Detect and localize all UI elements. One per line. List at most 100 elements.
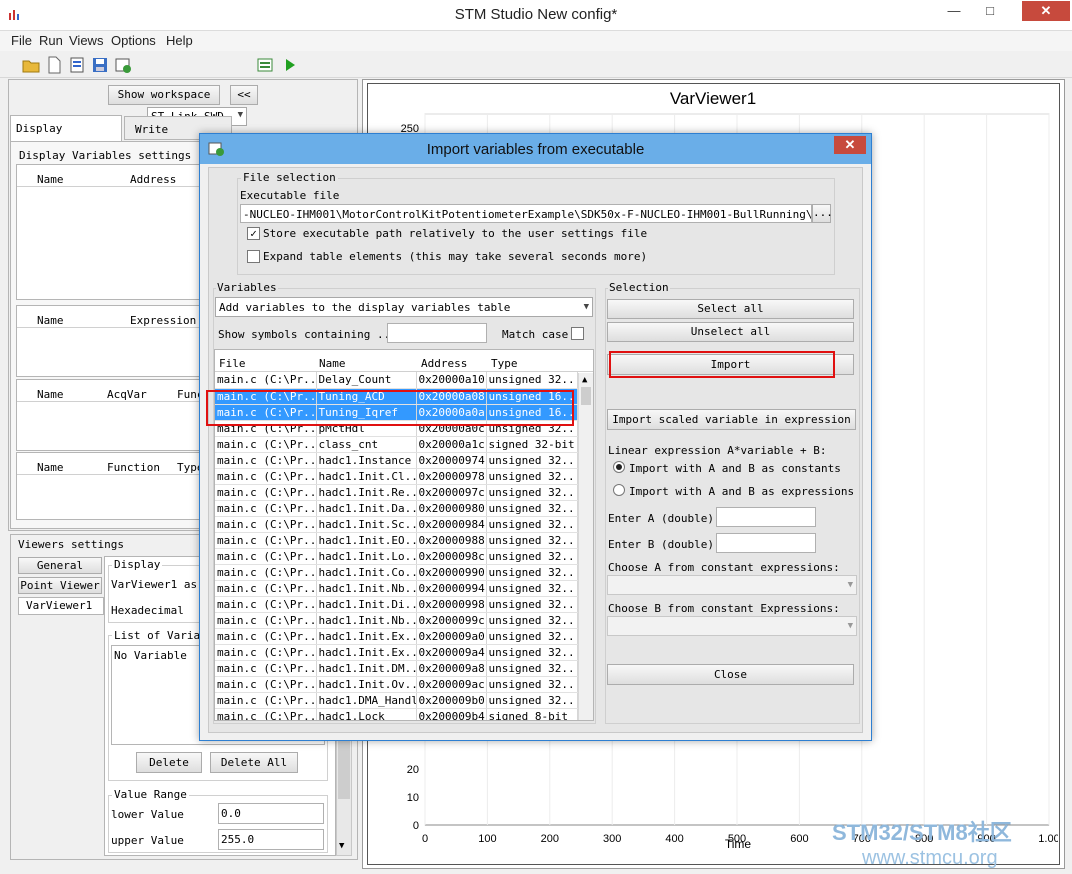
col-acqvar: AcqVar xyxy=(107,388,147,401)
delete-all-button[interactable]: Delete All xyxy=(210,752,298,773)
close-button[interactable]: Close xyxy=(607,664,854,685)
table-row[interactable]: main.c (C:\Pr... hadc1.Init.Lo... 0x200009… xyxy=(215,548,578,565)
symbol-filter-input[interactable] xyxy=(387,323,487,343)
match-case-checkbox[interactable] xyxy=(571,327,584,340)
cell-type: unsigned 32... xyxy=(486,548,578,565)
cell-type: unsigned 32... xyxy=(486,452,578,469)
cell-name: hadc1.Init.Ov... xyxy=(316,676,417,693)
import-constants-radio[interactable] xyxy=(613,461,625,473)
config-icon[interactable] xyxy=(256,56,274,74)
table-row[interactable]: main.c (C:\Pr... hadc1.Init.Ov... 0x200009… xyxy=(215,676,578,693)
tab-display-variables[interactable]: Display Variables xyxy=(10,115,122,161)
cell-name: hadc1.Init.Ex... xyxy=(316,644,417,661)
table-row[interactable]: main.c (C:\Pr... hadc1.Init.DM... 0x200009… xyxy=(215,660,578,677)
col-file[interactable]: File xyxy=(219,357,246,370)
executable-file-label: Executable file xyxy=(240,189,340,202)
minimize-button[interactable]: — xyxy=(940,1,968,21)
cell-type: unsigned 32... xyxy=(486,580,578,597)
run-icon[interactable] xyxy=(281,56,299,74)
enter-b-input[interactable] xyxy=(716,533,816,553)
symbols-scrollbar[interactable]: ▲ xyxy=(578,373,593,720)
col-name[interactable]: Name xyxy=(319,357,346,370)
import-scaled-button[interactable]: Import scaled variable in expression xyxy=(607,409,856,430)
x-tick-label: 200 xyxy=(541,833,559,845)
variables-icon[interactable] xyxy=(68,56,86,74)
save-icon[interactable] xyxy=(91,56,109,74)
toolbar: ST-Link SWD ▼ xyxy=(0,52,1072,126)
lower-value-input[interactable] xyxy=(218,803,324,824)
table-row[interactable]: main.c (C:\Pr... hadc1.Init.Sc... 0x200009… xyxy=(215,516,578,533)
browse-button[interactable]: ... xyxy=(812,204,833,223)
menu-help[interactable]: Help xyxy=(166,33,193,48)
store-relative-checkbox[interactable]: ✓ xyxy=(247,227,260,240)
col-address[interactable]: Address xyxy=(421,357,467,370)
table-row[interactable]: main.c (C:\Pr... class_cnt 0x20000a1c signe… xyxy=(215,436,578,453)
open-folder-icon[interactable] xyxy=(22,56,40,74)
table-row[interactable]: main.c (C:\Pr... hadc1.Init.Di... 0x200009… xyxy=(215,596,578,613)
scroll-up-icon[interactable]: ▲ xyxy=(582,375,587,385)
choose-a-select[interactable]: ▼ xyxy=(607,575,857,595)
menu-run[interactable]: Run xyxy=(39,33,63,48)
cell-address: 0x20000978 xyxy=(416,468,487,485)
scroll-down-icon[interactable]: ▼ xyxy=(339,841,344,851)
maximize-button[interactable]: □ xyxy=(976,1,1004,21)
choose-b-select[interactable]: ▼ xyxy=(607,616,857,636)
scrollbar-thumb[interactable] xyxy=(581,387,591,405)
table-row[interactable]: main.c (C:\Pr... hadc1.Init.Da... 0x200009… xyxy=(215,500,578,517)
table-row[interactable]: main.c (C:\Pr... hadc1.Init.Ex... 0x200009… xyxy=(215,644,578,661)
cell-file: main.c (C:\Pr... xyxy=(215,692,317,709)
add-variables-select[interactable]: Add variables to the display variables t… xyxy=(215,297,593,317)
expand-table-checkbox[interactable] xyxy=(247,250,260,263)
unselect-all-button[interactable]: Unselect all xyxy=(607,322,854,342)
col-name: Name xyxy=(37,173,64,186)
save-config-icon[interactable] xyxy=(114,56,132,74)
match-case-label: Match case xyxy=(502,328,569,341)
table-row[interactable]: main.c (C:\Pr... Delay_Count 0x20000a10 uns… xyxy=(215,372,578,389)
table-row[interactable]: main.c (C:\Pr... hadc1.Instance 0x20000974… xyxy=(215,452,578,469)
expressions-table[interactable]: Name Expression xyxy=(16,305,216,377)
collapse-button[interactable]: << xyxy=(230,85,258,105)
cell-type: unsigned 32... xyxy=(486,692,578,709)
table-row[interactable]: main.c (C:\Pr... hadc1.Init.Ex... 0x200009… xyxy=(215,628,578,645)
import-expressions-radio[interactable] xyxy=(613,484,625,496)
viewer-tab-point-viewer[interactable]: Point Viewer xyxy=(18,577,102,594)
table-row[interactable]: main.c (C:\Pr... hadc1.Init.Re... 0x200009… xyxy=(215,484,578,501)
table-row[interactable]: main.c (C:\Pr... hadc1.Init.EO... 0x200009… xyxy=(215,532,578,549)
delete-button[interactable]: Delete xyxy=(136,752,202,773)
cell-name: hadc1.Init.Re... xyxy=(316,484,417,501)
cell-file: main.c (C:\Pr... xyxy=(215,548,317,565)
viewer-tab-varviewer1[interactable]: VarViewer1 xyxy=(18,597,104,615)
table-row[interactable]: main.c (C:\Pr... hadc1.Init.Nb... 0x200009… xyxy=(215,612,578,629)
menu-bar: File Run Views Options Help xyxy=(0,31,1072,51)
col-type[interactable]: Type xyxy=(491,357,518,370)
cell-name: hadc1.Init.Di... xyxy=(316,596,417,613)
table-row[interactable]: main.c (C:\Pr... hadc1.Init.Cl... 0x200009… xyxy=(215,468,578,485)
menu-file[interactable]: File xyxy=(11,33,32,48)
dialog-close-button[interactable]: ✕ xyxy=(834,136,866,154)
cell-file: main.c (C:\Pr... xyxy=(215,580,317,597)
select-all-button[interactable]: Select all xyxy=(607,299,854,319)
display-line-2: Hexadecimal xyxy=(111,604,184,617)
cell-address: 0x2000098c xyxy=(416,548,487,565)
variables-table[interactable]: Name Address xyxy=(16,164,216,300)
show-workspace-button[interactable]: Show workspace xyxy=(108,85,220,105)
executable-path-input[interactable]: -NUCLEO-IHM001\MotorControlKitPotentiome… xyxy=(240,204,812,223)
acquisition-table[interactable]: Name AcqVar Func xyxy=(16,379,216,451)
x-tick-label: 600 xyxy=(790,833,808,845)
table-row[interactable]: main.c (C:\Pr... hadc1.Lock 0x200009b4 sign… xyxy=(215,708,578,720)
cell-name: Delay_Count xyxy=(316,372,417,389)
table-row[interactable]: main.c (C:\Pr... hadc1.Init.Nb... 0x200009… xyxy=(215,580,578,597)
new-file-icon[interactable] xyxy=(45,56,63,74)
window-close-button[interactable]: ✕ xyxy=(1022,1,1070,21)
upper-value-input[interactable] xyxy=(218,829,324,850)
show-symbols-label: Show symbols containing ... xyxy=(218,328,397,341)
menu-options[interactable]: Options xyxy=(111,33,156,48)
table-row[interactable]: main.c (C:\Pr... hadc1.DMA_Handle 0x200009… xyxy=(215,692,578,709)
enter-a-input[interactable] xyxy=(716,507,816,527)
menu-views[interactable]: Views xyxy=(69,33,103,48)
functions-table[interactable]: Name Function Type xyxy=(16,452,216,520)
viewer-tab-general[interactable]: General xyxy=(18,557,102,574)
cell-file: main.c (C:\Pr... xyxy=(215,484,317,501)
table-row[interactable]: main.c (C:\Pr... hadc1.Init.Co... 0x200009… xyxy=(215,564,578,581)
cell-file: main.c (C:\Pr... xyxy=(215,532,317,549)
